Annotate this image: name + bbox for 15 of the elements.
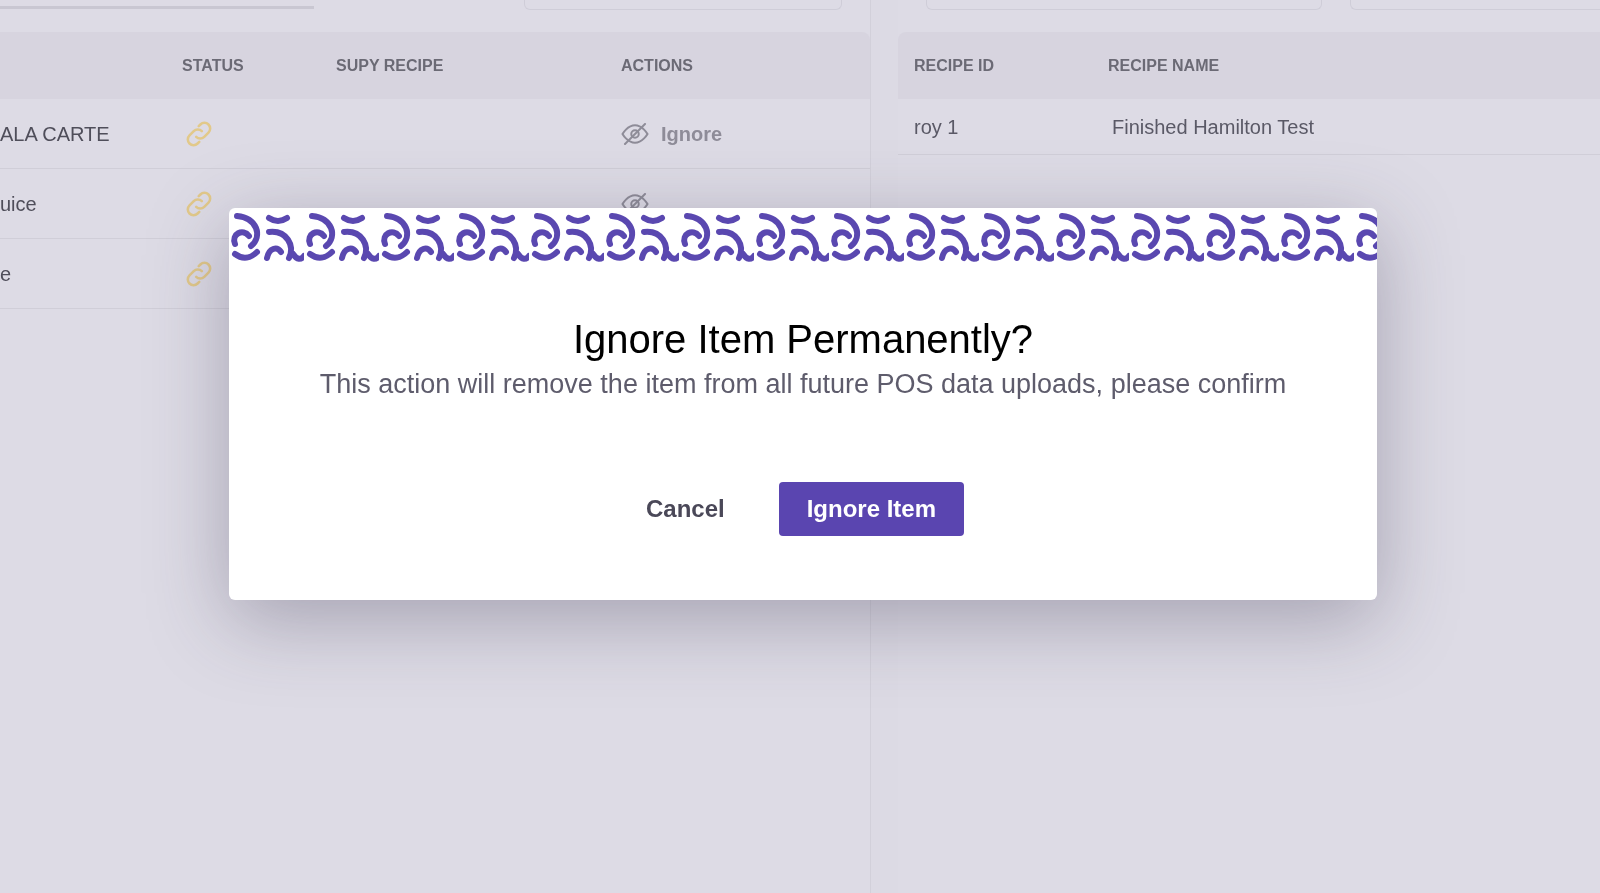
table-cell-text: e: [0, 261, 13, 287]
column-header: ACTIONS: [621, 55, 694, 76]
column-header: STATUS: [182, 55, 245, 76]
column-header: RECIPE ID: [914, 55, 995, 76]
cancel-button[interactable]: Cancel: [641, 481, 729, 536]
eye-slash-icon: [621, 122, 649, 145]
table-cell-text: uice: [0, 191, 38, 217]
table-cell-text: ALA CARTE: [0, 121, 111, 147]
column-header: SUPY RECIPE: [336, 55, 445, 76]
table-cell-text: roy 1: [914, 114, 960, 140]
dialog-message: This action will remove the item from all future POS data uploads, please confirm: [319, 368, 1287, 401]
ignore-item-button[interactable]: Ignore Item: [778, 481, 965, 536]
dialog-title: Ignore Item Permanently?: [572, 316, 1034, 363]
column-header: RECIPE NAME: [1108, 55, 1221, 76]
table-cell-text: Finished Hamilton Test: [1112, 114, 1314, 140]
